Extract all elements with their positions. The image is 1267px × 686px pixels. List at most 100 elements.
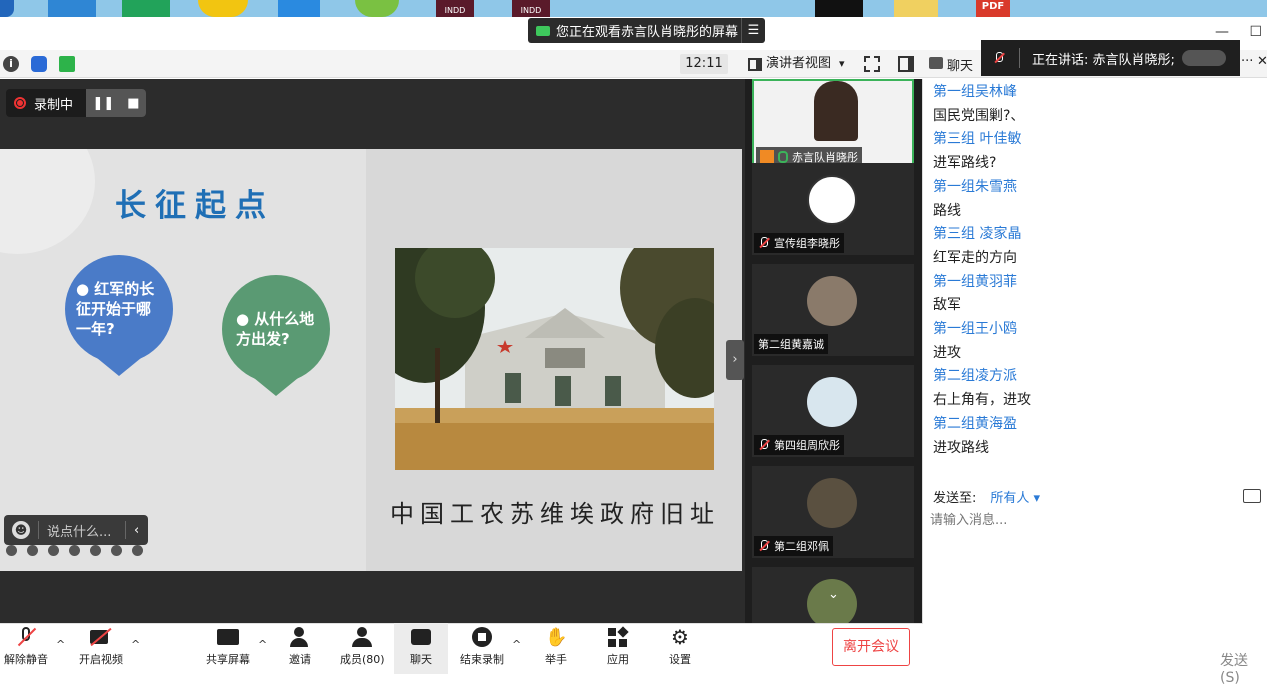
desktop-icons-strip: INDD INDD PDF xyxy=(0,0,1267,17)
chevron-left-icon[interactable]: ‹ xyxy=(134,523,139,538)
chevron-up-icon[interactable]: ^ xyxy=(131,638,140,651)
share-screen-label: 共享屏幕 xyxy=(206,653,250,666)
annotation-toolbar xyxy=(6,545,161,557)
participant-tile[interactable]: 第四组周欣彤 xyxy=(752,365,914,457)
folder-icon xyxy=(894,0,938,17)
text-icon[interactable] xyxy=(111,545,122,556)
shield-icon[interactable] xyxy=(31,56,47,72)
message-sender[interactable]: 第三组 凌家晶 xyxy=(933,223,1259,247)
send-to-label: 发送至: xyxy=(933,490,977,506)
chat-message: 第二组黄海盈进攻路线 xyxy=(933,413,1259,460)
end-recording-label: 结束录制 xyxy=(460,653,504,666)
more-icon[interactable]: ··· xyxy=(1241,54,1253,69)
bubble-text: ● 从什么地方出发? xyxy=(236,310,315,348)
participant-tile[interactable]: 宣传组李晓彤 xyxy=(752,163,914,255)
message-sender[interactable]: 第一组黄羽菲 xyxy=(933,271,1259,295)
stop-recording-button[interactable]: ■ xyxy=(127,96,139,111)
share-screen-button[interactable]: 共享屏幕 xyxy=(206,627,250,667)
pause-recording-button[interactable]: ❚❚ xyxy=(92,96,114,111)
chat-message: 第三组 叶佳敏 进军路线? xyxy=(933,128,1259,175)
banner-text: 您正在观看赤言队肖晓彤的屏幕 xyxy=(556,25,739,40)
end-recording-button[interactable]: 结束录制 xyxy=(460,627,504,667)
add-user-icon xyxy=(289,627,311,647)
undo-icon[interactable] xyxy=(6,545,17,556)
signal-icon[interactable] xyxy=(59,56,75,72)
send-to-row: 发送至: 所有人 ▾ xyxy=(933,487,1267,506)
reaction-bar: ☻ 说点什么... ‹ xyxy=(4,515,148,545)
minimize-button[interactable]: — xyxy=(1215,24,1229,40)
chevron-up-icon[interactable]: ^ xyxy=(258,638,267,651)
chat-icon xyxy=(929,57,943,69)
maximize-button[interactable]: ☐ xyxy=(1249,24,1262,40)
question-bubble-year: ● 红军的长征开始于哪一年? xyxy=(65,255,173,376)
send-button[interactable]: 发送(S) xyxy=(1220,650,1267,686)
record-icon xyxy=(14,97,26,109)
pen-icon[interactable] xyxy=(48,545,59,556)
participant-tile[interactable]: 赤言队肖晓彤 xyxy=(752,79,914,171)
camera-icon[interactable] xyxy=(90,545,101,556)
start-video-button[interactable]: 开启视频 xyxy=(79,627,123,667)
participant-tile[interactable]: 第二组黄嘉诚 xyxy=(752,264,914,356)
chevron-up-icon[interactable]: ^ xyxy=(56,638,65,651)
avatar xyxy=(807,276,857,326)
participant-tile[interactable]: ⌄ xyxy=(752,567,914,629)
invite-label: 邀请 xyxy=(289,653,311,666)
message-text: 敌军 xyxy=(933,297,961,314)
participant-tile[interactable]: 第二组邓佩 xyxy=(752,466,914,558)
desktop-app-icon xyxy=(122,0,170,17)
info-icon[interactable]: i xyxy=(3,56,19,72)
message-text: 红军走的方向 xyxy=(933,249,1017,266)
raise-hand-label: 举手 xyxy=(545,653,567,666)
unmute-button[interactable]: 解除静音 xyxy=(4,627,48,667)
speaker-view-button[interactable]: 演讲者视图 ▾ xyxy=(748,54,845,74)
message-sender[interactable]: 第一组王小鸥 xyxy=(933,318,1259,342)
gear-icon: ⚙ xyxy=(671,625,689,649)
file-icon[interactable] xyxy=(1243,489,1261,503)
chat-button[interactable]: 聊天 xyxy=(394,623,448,674)
members-button[interactable]: 成员(80) xyxy=(340,627,385,667)
emoji-icon[interactable]: ☻ xyxy=(12,521,30,539)
message-text: 进攻 xyxy=(933,344,961,361)
desktop-app-icon xyxy=(0,0,14,17)
members-icon xyxy=(351,627,373,647)
sidebar-toggle-icon[interactable] xyxy=(898,56,914,72)
chat-button-label: 聊天 xyxy=(410,653,432,666)
message-sender[interactable]: 第一组吴林峰 xyxy=(933,81,1259,105)
stop-record-icon xyxy=(471,627,493,647)
message-sender[interactable]: 第二组黄海盈 xyxy=(933,413,1259,437)
scroll-down-icon[interactable]: ⌄ xyxy=(828,587,839,602)
layout-icon xyxy=(748,57,762,71)
reaction-input[interactable]: 说点什么... xyxy=(47,521,117,540)
chat-message: 第一组朱雪燕 路线 xyxy=(933,176,1259,223)
fullscreen-icon[interactable] xyxy=(864,56,880,72)
photo-caption: 中国工农苏维埃政府旧址 xyxy=(390,500,720,528)
apps-button[interactable]: 应用 xyxy=(607,626,629,667)
reply-icon[interactable] xyxy=(1182,50,1226,66)
message-sender[interactable]: 第二组凌方派 xyxy=(933,365,1259,389)
message-sender[interactable]: 第一组朱雪燕 xyxy=(933,176,1259,200)
invite-button[interactable]: 邀请 xyxy=(289,627,311,667)
redo-icon[interactable] xyxy=(27,545,38,556)
chat-message: 第二组凌方派 右上角有，进攻 xyxy=(933,365,1259,412)
chat-message: 第一组吴林峰 国民党围剿?、 xyxy=(933,81,1259,128)
settings-button[interactable]: ⚙ 设置 xyxy=(669,627,691,667)
historic-building-photo xyxy=(395,248,714,470)
message-sender[interactable]: 第三组 叶佳敏 xyxy=(933,128,1259,152)
leave-meeting-button[interactable]: 离开会议 xyxy=(832,628,910,666)
recording-label: 录制中 xyxy=(34,97,74,113)
gallery-toggle-button[interactable]: › xyxy=(726,340,744,380)
message-text: 进攻路线 xyxy=(933,439,989,456)
recipient-select[interactable]: 所有人 ▾ xyxy=(990,487,1040,506)
raise-hand-button[interactable]: ✋ 举手 xyxy=(545,627,567,667)
list-icon[interactable]: ☰ xyxy=(741,18,765,43)
video-off-icon xyxy=(90,627,112,647)
participant-name: 宣传组李晓彤 xyxy=(774,237,840,250)
chevron-up-icon[interactable]: ^ xyxy=(512,638,521,651)
bubble-text: ● 红军的长征开始于哪一年? xyxy=(76,280,155,338)
apps-icon xyxy=(607,626,629,647)
chat-message-input[interactable] xyxy=(930,510,1260,530)
close-icon[interactable]: ✕ xyxy=(1257,54,1267,69)
more-icon[interactable] xyxy=(132,545,143,556)
desktop-app-icon xyxy=(278,0,320,17)
select-icon[interactable] xyxy=(69,545,80,556)
